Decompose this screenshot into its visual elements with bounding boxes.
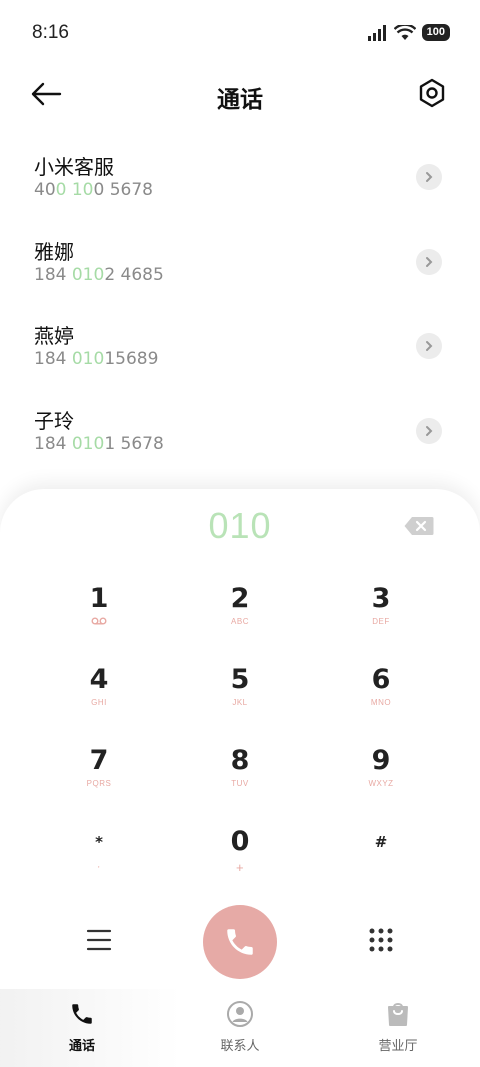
dialer-panel: 010 1 2 ABC 3 DEF 4 GHI 5 JKL 6 MNO 7 PQ… bbox=[0, 489, 480, 1067]
tab-calls[interactable]: 通话 bbox=[27, 999, 137, 1054]
detail-button[interactable] bbox=[416, 417, 442, 444]
detail-button[interactable] bbox=[416, 333, 442, 359]
contact-name: 小米客服 bbox=[34, 155, 114, 179]
wifi-icon bbox=[393, 24, 416, 40]
chevron-right-icon bbox=[426, 256, 433, 267]
settings-button[interactable] bbox=[418, 78, 448, 112]
signal-icon bbox=[367, 24, 386, 41]
contact-row[interactable]: 燕婷 184 01015689 bbox=[0, 303, 480, 388]
page-title: 通话 bbox=[217, 87, 263, 113]
key-1[interactable]: 1 bbox=[44, 583, 154, 653]
contact-row[interactable]: 小米客服 400 100 5678 bbox=[0, 134, 480, 219]
tab-label: 通话 bbox=[68, 1039, 95, 1054]
person-icon bbox=[227, 1001, 253, 1027]
tab-store[interactable]: 营业厅 bbox=[343, 999, 453, 1054]
dialpad-toggle-button[interactable] bbox=[368, 927, 394, 953]
contact-list: 小米客服 400 100 5678 雅娜 184 0102 4685 燕婷 18… bbox=[0, 134, 480, 472]
key-3[interactable]: 3 DEF bbox=[326, 583, 436, 653]
backspace-icon bbox=[404, 517, 434, 535]
voicemail-icon bbox=[91, 617, 107, 625]
tab-contacts[interactable]: 联系人 bbox=[185, 999, 295, 1054]
key-0[interactable]: 0 + bbox=[185, 826, 295, 896]
bottom-nav: 通话 联系人 营业厅 bbox=[0, 989, 480, 1067]
key-4[interactable]: 4 GHI bbox=[44, 664, 154, 734]
contact-row[interactable]: 子玲 184 0101 5678 bbox=[0, 388, 480, 473]
contact-name: 雅娜 bbox=[34, 239, 74, 264]
detail-button[interactable] bbox=[416, 248, 442, 275]
status-bar: 8:16 100 bbox=[0, 0, 480, 66]
status-icons: 100 bbox=[367, 24, 450, 41]
contact-number: 184 0101 5678 bbox=[34, 433, 164, 454]
contact-number: 400 100 5678 bbox=[34, 180, 153, 200]
contact-name: 子玲 bbox=[34, 408, 74, 433]
contact-name: 燕婷 bbox=[34, 324, 74, 348]
backspace-button[interactable] bbox=[404, 516, 434, 536]
phone-icon bbox=[227, 929, 253, 955]
chevron-right-icon bbox=[426, 425, 433, 436]
contact-number: 184 01015689 bbox=[34, 349, 159, 369]
key-2[interactable]: 2 ABC bbox=[185, 583, 295, 653]
tab-label: 营业厅 bbox=[378, 1039, 418, 1054]
dial-actions bbox=[0, 905, 480, 985]
detail-button[interactable] bbox=[416, 164, 442, 190]
menu-button[interactable] bbox=[86, 928, 112, 952]
menu-icon bbox=[86, 929, 112, 951]
contact-row[interactable]: 雅娜 184 0102 4685 bbox=[0, 219, 480, 304]
key-8[interactable]: 8 TUV bbox=[185, 745, 295, 815]
battery-indicator: 100 bbox=[421, 24, 450, 41]
key-7[interactable]: 7 PQRS bbox=[44, 745, 154, 815]
key-9[interactable]: 9 WXYZ bbox=[326, 745, 436, 815]
gear-icon bbox=[419, 78, 445, 108]
key-hash[interactable]: # bbox=[326, 826, 436, 896]
phone-icon bbox=[72, 1004, 92, 1024]
app-bar: 通话 bbox=[0, 66, 480, 126]
shopping-bag-icon bbox=[388, 1003, 408, 1026]
key-5[interactable]: 5 JKL bbox=[185, 664, 295, 734]
tab-label: 联系人 bbox=[220, 1039, 260, 1054]
status-time: 8:16 bbox=[32, 22, 69, 43]
key-star[interactable]: * , bbox=[44, 826, 154, 896]
contact-number: 184 0102 4685 bbox=[34, 264, 164, 285]
call-button[interactable] bbox=[203, 905, 277, 979]
dialpad-icon bbox=[369, 928, 393, 952]
key-6[interactable]: 6 MNO bbox=[326, 664, 436, 734]
chevron-right-icon bbox=[426, 172, 433, 182]
chevron-right-icon bbox=[426, 341, 433, 351]
